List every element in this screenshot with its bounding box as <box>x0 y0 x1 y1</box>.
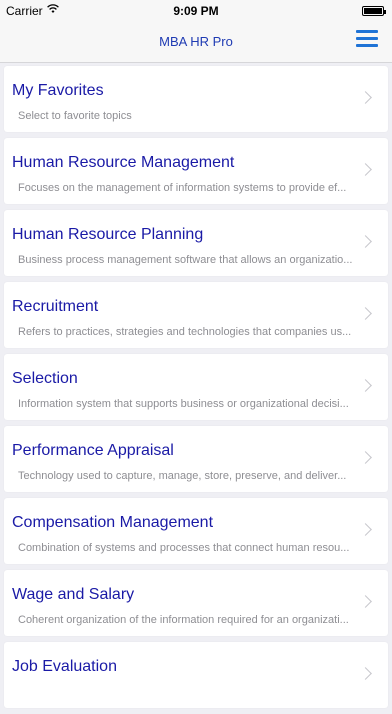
item-subtitle: Combination of systems and processes tha… <box>18 542 350 554</box>
chevron-right-icon <box>359 595 372 608</box>
list-item[interactable]: Compensation Management Combination of s… <box>4 498 388 564</box>
item-subtitle: Coherent organization of the information… <box>18 614 349 626</box>
list-item[interactable]: Performance Appraisal Technology used to… <box>4 426 388 492</box>
item-title: Job Evaluation <box>12 658 117 675</box>
list-item[interactable]: Selection Information system that suppor… <box>4 354 388 420</box>
item-subtitle: Refers to practices, strategies and tech… <box>18 326 352 338</box>
menu-icon[interactable] <box>356 30 378 48</box>
chevron-right-icon <box>359 451 372 464</box>
item-title: Selection <box>12 370 78 387</box>
item-title: My Favorites <box>12 82 104 99</box>
item-title: Compensation Management <box>12 514 214 531</box>
chevron-right-icon <box>359 91 372 104</box>
status-bar: Carrier 9:09 PM <box>0 0 392 22</box>
chevron-right-icon <box>359 163 372 176</box>
chevron-right-icon <box>359 307 372 320</box>
item-title: Recruitment <box>12 298 99 315</box>
clock: 9:09 PM <box>173 4 219 18</box>
chevron-right-icon <box>359 667 372 680</box>
item-subtitle: Business process management software tha… <box>18 254 353 266</box>
chevron-right-icon <box>359 235 372 248</box>
item-title: Performance Appraisal <box>12 442 174 459</box>
list-item[interactable]: Human Resource Management Focuses on the… <box>4 138 388 204</box>
item-title: Human Resource Management <box>12 154 235 171</box>
item-subtitle: Technology used to capture, manage, stor… <box>18 470 347 482</box>
item-title: Wage and Salary <box>12 586 135 603</box>
chevron-right-icon <box>359 523 372 536</box>
battery-icon <box>362 6 386 16</box>
topic-list: My Favorites Select to favorite topics H… <box>0 66 392 714</box>
item-title: Human Resource Planning <box>12 226 204 243</box>
item-subtitle: Focuses on the management of information… <box>18 182 347 194</box>
item-subtitle: Information system that supports busines… <box>18 398 349 410</box>
list-item[interactable]: My Favorites Select to favorite topics <box>4 66 388 132</box>
list-item[interactable]: Recruitment Refers to practices, strateg… <box>4 282 388 348</box>
list-item[interactable]: Wage and Salary Coherent organization of… <box>4 570 388 636</box>
list-item[interactable]: Job Evaluation <box>4 642 388 708</box>
chevron-right-icon <box>359 379 372 392</box>
list-item[interactable]: Human Resource Planning Business process… <box>4 210 388 276</box>
app-title: MBA HR Pro <box>159 34 233 49</box>
navigation-bar: MBA HR Pro <box>0 22 392 63</box>
item-subtitle: Select to favorite topics <box>18 110 132 122</box>
